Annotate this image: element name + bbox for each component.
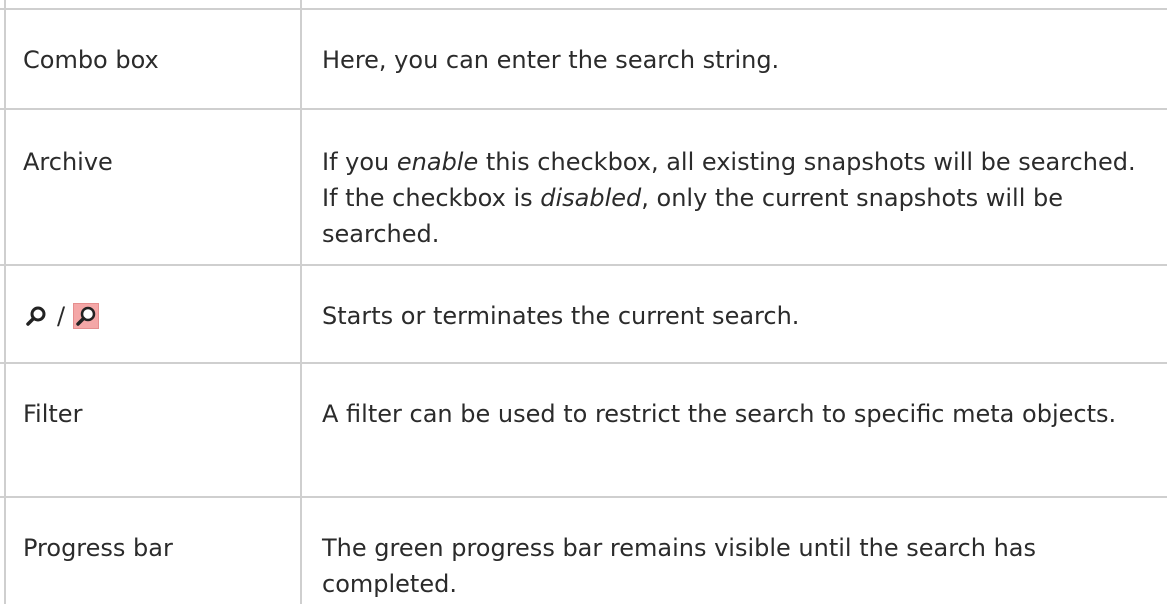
description-cell: Here, you can enter the search string.: [322, 46, 780, 74]
table-row: Filter A filter can be used to restrict …: [0, 362, 1167, 496]
description-emphasis: disabled: [540, 184, 642, 212]
term-cell: Archive: [23, 148, 113, 176]
description-text: If you: [322, 148, 397, 176]
search-active-icon: [73, 303, 100, 329]
description-cell: The green progress bar remains visible u…: [322, 534, 1037, 598]
description-cell: If you enable this checkbox, all existin…: [322, 144, 1152, 252]
description-cell: Starts or terminates the current search.: [322, 302, 800, 330]
table-row: / Starts or terminates the current searc…: [0, 264, 1167, 362]
term-cell: Filter: [23, 400, 83, 428]
term-cell: Combo box: [23, 46, 159, 74]
description-table: Combo box Here, you can enter the search…: [0, 0, 1167, 604]
table-row: Archive If you enable this checkbox, all…: [0, 108, 1167, 264]
description-emphasis: enable: [396, 148, 479, 176]
icon-separator: /: [57, 302, 66, 330]
table-row: Combo box Here, you can enter the search…: [0, 8, 1167, 108]
term-cell: Progress bar: [23, 534, 173, 562]
description-cell: A filter can be used to restrict the sea…: [322, 400, 1117, 428]
table-row: Progress bar The green progress bar rema…: [0, 496, 1167, 604]
search-icon: [23, 303, 49, 329]
term-cell: /: [23, 298, 283, 334]
